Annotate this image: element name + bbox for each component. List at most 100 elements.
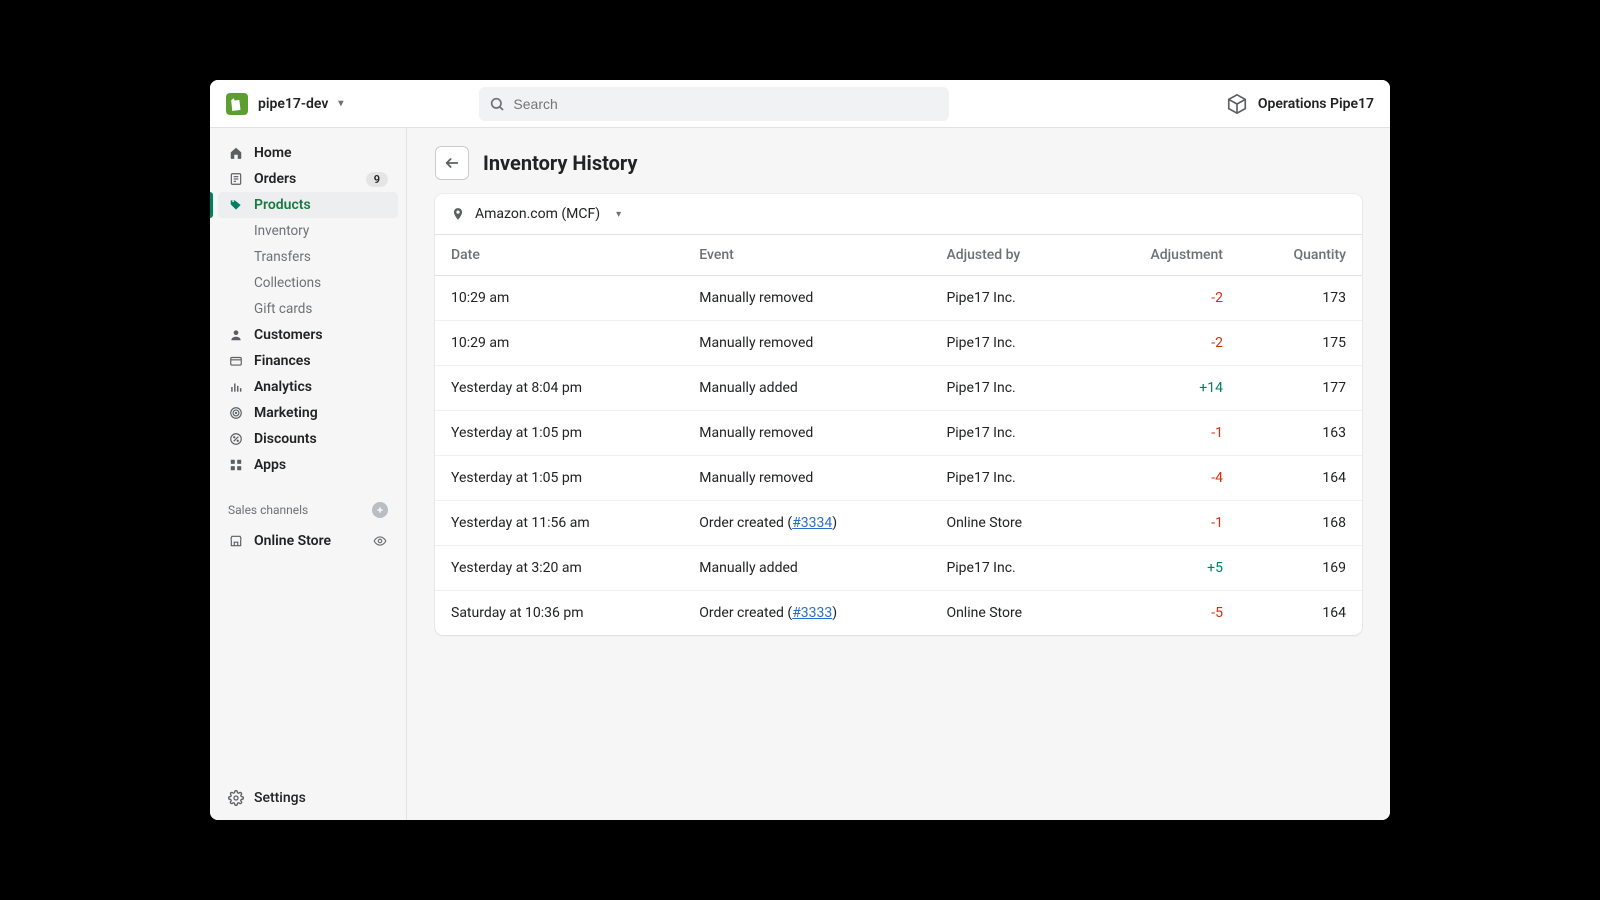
add-channel-button[interactable]: [372, 502, 388, 518]
cell-date: Yesterday at 1:05 pm: [435, 411, 683, 456]
table-row: 10:29 amManually removedPipe17 Inc.-2173: [435, 276, 1362, 321]
sidebar-item-finances[interactable]: Finances: [218, 348, 398, 374]
cell-event: Manually removed: [683, 321, 930, 366]
search-field[interactable]: [513, 96, 939, 112]
table-row: Yesterday at 1:05 pmManually removedPipe…: [435, 456, 1362, 501]
cell-quantity: 173: [1239, 276, 1362, 321]
cell-date: Yesterday at 11:56 am: [435, 501, 683, 546]
sidebar-item-label: Discounts: [254, 431, 317, 447]
primary-nav: Home Orders 9 Products InventoryTransfersCol…: [210, 136, 406, 482]
location-pin-icon: [451, 207, 465, 221]
sidebar-item-apps[interactable]: Apps: [218, 452, 398, 478]
store-icon: [228, 533, 244, 549]
history-card: Amazon.com (MCF) ▾ Date Event Adjusted b…: [435, 194, 1362, 635]
chevron-down-icon: ▾: [338, 98, 343, 109]
cell-quantity: 177: [1239, 366, 1362, 411]
cell-date: Yesterday at 3:20 am: [435, 546, 683, 591]
sidebar-item-customers[interactable]: Customers: [218, 322, 398, 348]
sidebar-item-label: Orders: [254, 171, 296, 187]
back-button[interactable]: [435, 146, 469, 180]
app-window: pipe17-dev ▾ Operations Pipe17 Home Order…: [210, 80, 1390, 820]
orders-icon: [228, 171, 244, 187]
table-row: Yesterday at 1:05 pmManually removedPipe…: [435, 411, 1362, 456]
cell-adjustment: -4: [1087, 456, 1239, 501]
cell-event: Manually added: [683, 546, 930, 591]
cell-date: 10:29 am: [435, 321, 683, 366]
table-row: Yesterday at 8:04 pmManually addedPipe17…: [435, 366, 1362, 411]
sidebar-item-label: Customers: [254, 327, 323, 343]
cell-date: Saturday at 10:36 pm: [435, 591, 683, 636]
col-quantity: Quantity: [1239, 235, 1362, 276]
cell-date: 10:29 am: [435, 276, 683, 321]
cell-event: Order created (#3334): [683, 501, 930, 546]
table-row: 10:29 amManually removedPipe17 Inc.-2175: [435, 321, 1362, 366]
cell-adjustment: -2: [1087, 276, 1239, 321]
subnav-item-gift-cards[interactable]: Gift cards: [246, 296, 398, 322]
sidebar-item-orders[interactable]: Orders 9: [218, 166, 398, 192]
page-header: Inventory History: [435, 146, 1362, 180]
sidebar-item-label: Home: [254, 145, 292, 161]
sales-channels-header: Sales channels: [210, 496, 406, 524]
subnav-item-inventory[interactable]: Inventory: [246, 218, 398, 244]
settings-link[interactable]: Settings: [210, 784, 406, 812]
table-row: Saturday at 10:36 pmOrder created (#3333…: [435, 591, 1362, 636]
cell-quantity: 169: [1239, 546, 1362, 591]
gear-icon: [228, 790, 244, 806]
cell-event: Order created (#3333): [683, 591, 930, 636]
cell-quantity: 164: [1239, 591, 1362, 636]
sidebar-item-label: Finances: [254, 353, 311, 369]
eye-icon[interactable]: [372, 533, 388, 549]
cell-event: Manually added: [683, 366, 930, 411]
sidebar-item-products[interactable]: Products: [218, 192, 398, 218]
cell-adjusted-by: Pipe17 Inc.: [930, 411, 1087, 456]
cell-date: Yesterday at 1:05 pm: [435, 456, 683, 501]
target-icon: [228, 405, 244, 421]
cell-quantity: 163: [1239, 411, 1362, 456]
cell-event: Manually removed: [683, 276, 930, 321]
location-name: Amazon.com (MCF): [475, 206, 600, 222]
sidebar: Home Orders 9 Products InventoryTransfersCol…: [210, 128, 407, 820]
sidebar-item-label: Products: [254, 197, 311, 213]
sidebar-item-discounts[interactable]: Discounts: [218, 426, 398, 452]
order-link[interactable]: #3333: [792, 605, 832, 621]
topbar: pipe17-dev ▾ Operations Pipe17: [210, 80, 1390, 128]
discount-icon: [228, 431, 244, 447]
account-label: Operations Pipe17: [1258, 96, 1374, 112]
sidebar-badge: 9: [366, 172, 388, 187]
cell-adjustment: -5: [1087, 591, 1239, 636]
channel-item-online-store[interactable]: Online Store: [218, 528, 398, 554]
finances-icon: [228, 353, 244, 369]
main-content: Inventory History Amazon.com (MCF) ▾ Dat…: [407, 128, 1390, 820]
cell-quantity: 175: [1239, 321, 1362, 366]
body: Home Orders 9 Products InventoryTransfersCol…: [210, 128, 1390, 820]
cube-icon: [1226, 93, 1248, 115]
cell-adjusted-by: Pipe17 Inc.: [930, 276, 1087, 321]
home-icon: [228, 145, 244, 161]
cell-adjusted-by: Online Store: [930, 501, 1087, 546]
sidebar-item-label: Marketing: [254, 405, 318, 421]
cell-adjustment: -2: [1087, 321, 1239, 366]
cell-adjusted-by: Pipe17 Inc.: [930, 366, 1087, 411]
sidebar-item-analytics[interactable]: Analytics: [218, 374, 398, 400]
sidebar-item-marketing[interactable]: Marketing: [218, 400, 398, 426]
sidebar-item-label: Analytics: [254, 379, 312, 395]
col-adjusted-by: Adjusted by: [930, 235, 1087, 276]
sidebar-item-home[interactable]: Home: [218, 140, 398, 166]
chevron-down-icon: ▾: [616, 209, 621, 220]
cell-adjusted-by: Pipe17 Inc.: [930, 321, 1087, 366]
apps-icon: [228, 457, 244, 473]
location-selector[interactable]: Amazon.com (MCF) ▾: [435, 194, 1362, 234]
store-switcher[interactable]: pipe17-dev ▾: [226, 93, 343, 115]
cell-event: Manually removed: [683, 456, 930, 501]
cell-adjusted-by: Online Store: [930, 591, 1087, 636]
subnav-item-collections[interactable]: Collections: [246, 270, 398, 296]
order-link[interactable]: #3334: [792, 515, 832, 531]
search-input[interactable]: [479, 87, 949, 121]
cell-adjustment: +14: [1087, 366, 1239, 411]
store-name: pipe17-dev: [258, 96, 328, 112]
col-date: Date: [435, 235, 683, 276]
person-icon: [228, 327, 244, 343]
cell-event: Manually removed: [683, 411, 930, 456]
subnav-item-transfers[interactable]: Transfers: [246, 244, 398, 270]
account-menu[interactable]: Operations Pipe17: [1226, 93, 1374, 115]
